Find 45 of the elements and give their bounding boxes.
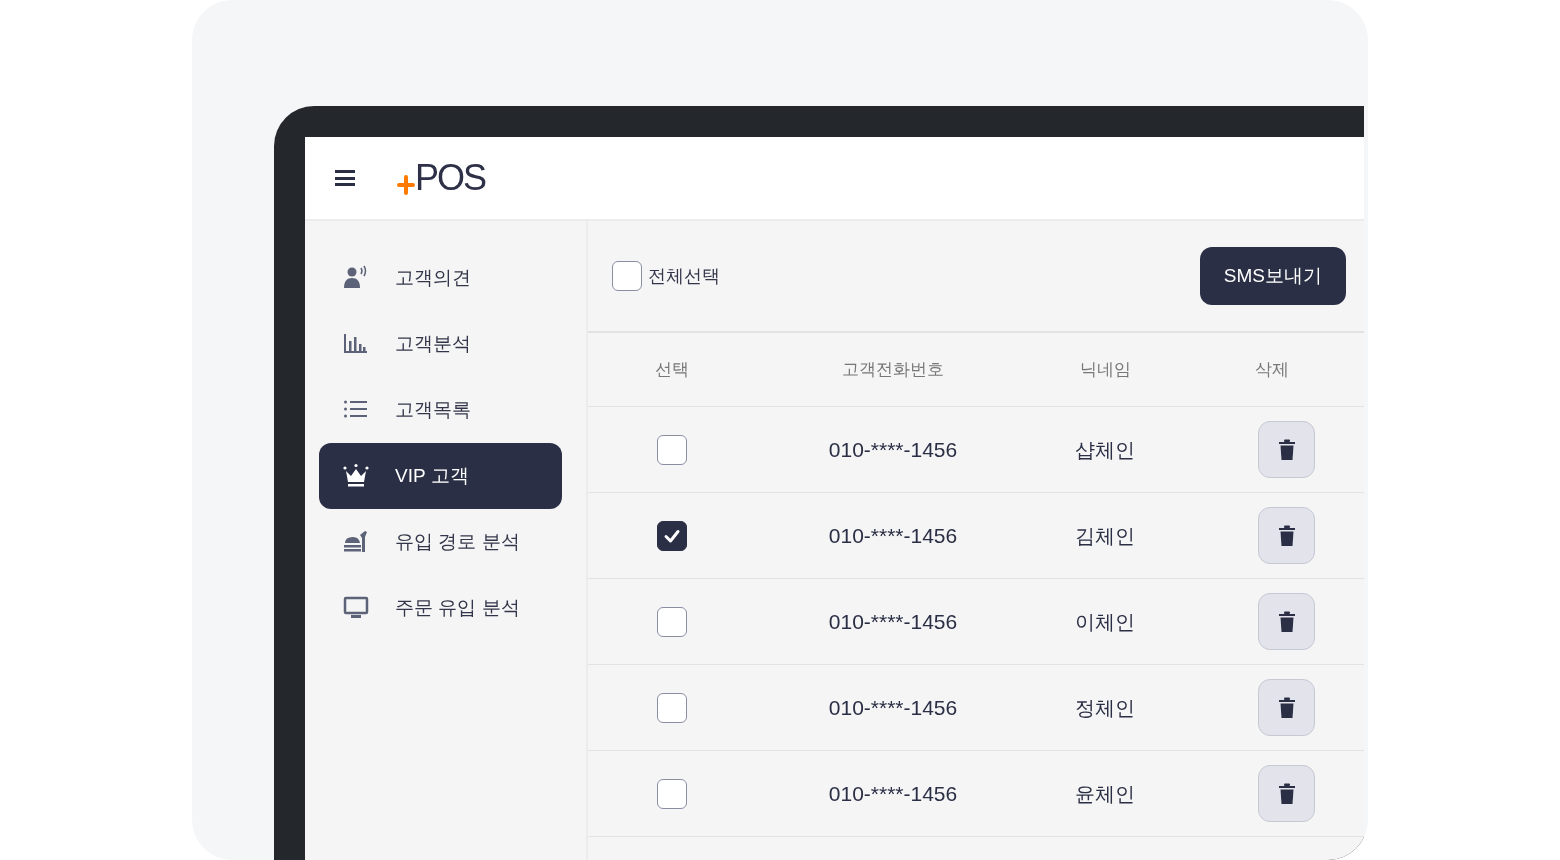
trash-icon: [1277, 524, 1296, 547]
delete-button[interactable]: [1258, 593, 1315, 650]
sidebar-item[interactable]: 주문 유입 분석: [319, 575, 562, 641]
phone-number: 010-****-1456: [828, 694, 958, 721]
menu-icon[interactable]: [335, 170, 355, 186]
checkbox[interactable]: [657, 692, 687, 723]
checkbox[interactable]: [657, 606, 687, 637]
delete-button[interactable]: [1258, 679, 1315, 736]
phone-number: 010-****-1456: [828, 608, 958, 635]
sidebar-item[interactable]: 유입 경로 분석: [319, 509, 562, 575]
sidebar-item[interactable]: 고객의견: [319, 245, 562, 311]
trash-icon: [1277, 610, 1296, 633]
trash-icon: [1277, 782, 1296, 805]
nickname: 이체인: [1075, 609, 1135, 635]
trash-icon: [1277, 438, 1296, 461]
delete-button[interactable]: [1258, 765, 1315, 822]
sidebar-item[interactable]: 고객목록: [319, 377, 562, 443]
sidebar-item[interactable]: VIP 고객: [319, 443, 562, 509]
checkbox[interactable]: [657, 520, 687, 551]
phone-number: 010-****-1456: [828, 780, 958, 807]
checkbox[interactable]: [657, 778, 687, 809]
plus-icon: [397, 175, 415, 195]
delete-button[interactable]: [1258, 421, 1315, 478]
delete-button[interactable]: [1258, 507, 1315, 564]
sidebar-item[interactable]: 고객분석: [319, 311, 562, 377]
logo: POS: [415, 160, 486, 196]
column-header: 닉네임: [1078, 358, 1132, 381]
nickname: 샵체인: [1075, 437, 1135, 463]
checkbox[interactable]: [657, 434, 687, 465]
column-header: 선택: [654, 358, 690, 381]
monitor-icon: [343, 595, 369, 621]
sms-send-button[interactable]: SMS보내기: [1199, 247, 1346, 305]
trash-icon: [1277, 696, 1296, 719]
crown-icon: [343, 463, 369, 489]
column-header: 고객전화번호: [841, 358, 945, 381]
burger-drink-icon: [343, 529, 369, 555]
phone-number: 010-****-1456: [828, 436, 958, 463]
nickname: 윤체인: [1075, 781, 1135, 807]
person-icon: [343, 265, 369, 291]
column-header: 삭제: [1254, 358, 1290, 381]
nickname: 정체인: [1075, 695, 1135, 721]
select-all-checkbox[interactable]: [612, 261, 642, 291]
nickname: 김체인: [1075, 523, 1135, 549]
select-all-label: 전체선택: [648, 264, 720, 288]
phone-number: 010-****-1456: [828, 522, 958, 549]
